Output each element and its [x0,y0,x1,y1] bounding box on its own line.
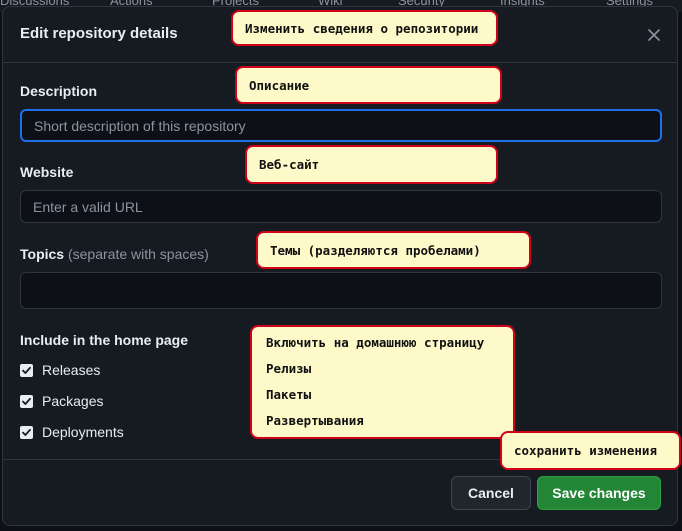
packages-label: Packages [42,393,104,409]
close-icon [648,29,660,41]
releases-checkbox[interactable] [20,363,33,377]
home-page-label: Include in the home page [20,332,189,348]
annotation-home-page-line: Релизы [266,361,312,376]
close-button[interactable] [639,21,669,49]
releases-label: Releases [42,362,101,378]
annotation-home-page-line: Пакеты [266,387,312,402]
cancel-button[interactable]: Cancel [451,476,531,510]
annotation-home-page-line: Развертывания [266,413,364,428]
deployments-checkbox-row[interactable]: Deployments [20,424,124,440]
annotation-home-page-line: Включить на домашнюю страницу [266,335,485,350]
dialog-title: Edit repository details [20,25,178,42]
annotation-description: Описание [235,66,502,104]
check-icon [22,428,31,436]
topics-hint: (separate with spaces) [67,246,209,262]
description-label: Description [20,83,98,99]
description-input[interactable] [20,109,662,142]
topics-input[interactable] [20,272,662,309]
header-divider [3,62,677,63]
annotation-title: Изменить сведения о репозитории [231,10,498,46]
topics-label: Topics (separate with spaces) [20,246,209,262]
annotation-website: Веб-сайт [245,145,498,184]
annotation-topics: Темы (разделяются пробелами) [256,231,531,269]
annotation-home-page: Включить на домашнюю страницу Релизы Пак… [250,325,515,439]
website-input[interactable] [20,190,662,223]
packages-checkbox[interactable] [20,394,33,408]
deployments-checkbox[interactable] [20,425,33,439]
releases-checkbox-row[interactable]: Releases [20,362,100,378]
packages-checkbox-row[interactable]: Packages [20,393,103,409]
check-icon [22,397,31,405]
check-icon [22,366,31,374]
website-label: Website [20,164,74,180]
annotation-save: сохранить изменения [500,431,681,470]
save-changes-button[interactable]: Save changes [537,476,661,510]
topics-label-text: Topics [20,246,65,262]
deployments-label: Deployments [42,424,124,440]
